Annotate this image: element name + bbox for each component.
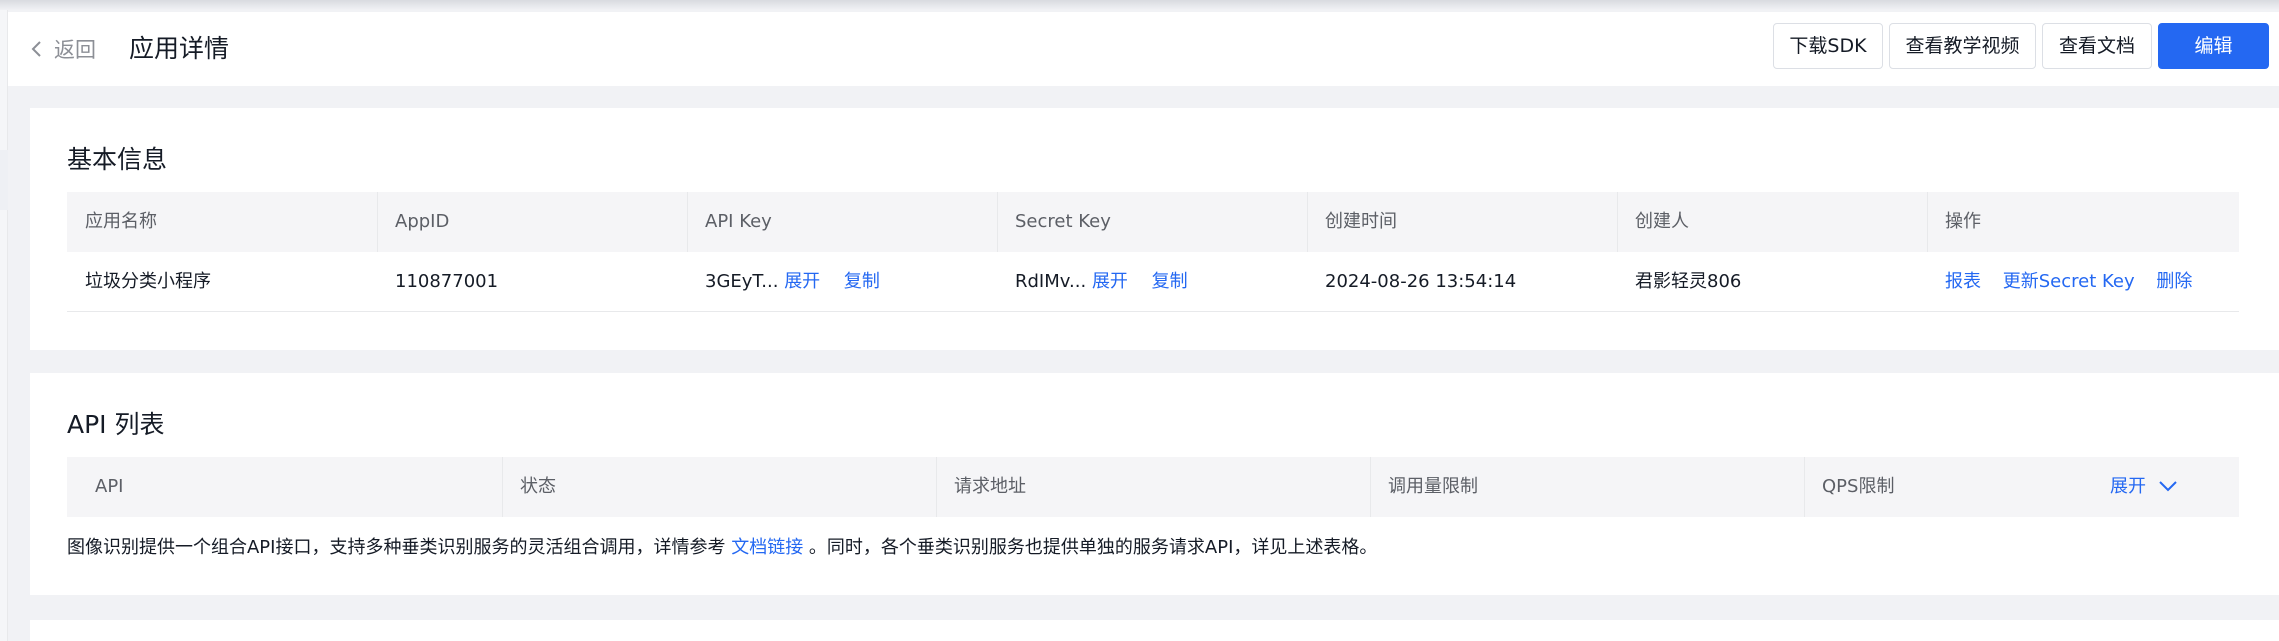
sidebar-active-marker	[0, 150, 8, 210]
column-header: Secret Key	[997, 192, 1307, 252]
secret-key-cell: RdIMv... 展开 复制	[997, 252, 1188, 312]
chevron-down-icon	[2159, 481, 2177, 492]
api-key-cell: 3GEyT... 展开 复制	[687, 252, 880, 312]
api-list-title: API 列表	[67, 410, 165, 439]
basic-info-table: 应用名称 AppID API Key Secret Key 创建时间 创建人 操…	[67, 192, 2239, 313]
column-header: API Key	[687, 192, 997, 252]
note-text: 图像识别提供一个组合API接口，支持多种垂类识别服务的灵活组合调用，详情参考	[67, 537, 732, 558]
basic-info-card: 基本信息 应用名称 AppID API Key Secret Key 创建时间 …	[30, 108, 2279, 350]
expand-label: 展开	[2110, 476, 2146, 497]
secret-key-value: RdIMv...	[1015, 271, 1087, 292]
back-label: 返回	[54, 38, 96, 62]
download-sdk-button[interactable]: 下载SDK	[1773, 23, 1883, 69]
api-list-expand-toggle[interactable]: 展开	[2092, 457, 2232, 517]
column-header: 应用名称	[85, 211, 157, 232]
app-id-cell: 110877001	[395, 271, 499, 292]
table-row: 垃圾分类小程序 110877001 3GEyT... 展开 复制 RdIMv..…	[67, 252, 2239, 312]
chevron-left-icon	[31, 41, 41, 57]
docs-link[interactable]: 文档链接	[731, 537, 803, 558]
note-text-continued: 。同时，各个垂类识别服务也提供单独的服务请求API，详见上述表格。	[803, 537, 1378, 558]
created-at-cell: 2024-08-26 13:54:14	[1325, 271, 1517, 292]
app-name-cell: 垃圾分类小程序	[85, 271, 211, 292]
column-header: 调用量限制	[1370, 457, 1804, 517]
api-list-note: 图像识别提供一个组合API接口，支持多种垂类识别服务的灵活组合调用，详情参考 文…	[67, 533, 1377, 559]
api-key-copy-link[interactable]: 复制	[844, 271, 880, 292]
api-list-table: API 状态 请求地址 调用量限制 QPS限制 展开	[67, 457, 2239, 517]
edit-button[interactable]: 编辑	[2158, 23, 2269, 69]
column-header: 操作	[1927, 192, 2239, 252]
column-header: 状态	[502, 457, 936, 517]
actions-cell: 报表 更新Secret Key 删除	[1927, 252, 2192, 312]
delete-link[interactable]: 删除	[2156, 271, 2192, 292]
update-secret-key-link[interactable]: 更新Secret Key	[2003, 271, 2135, 292]
top-shadow	[0, 0, 2279, 10]
report-link[interactable]: 报表	[1945, 271, 1981, 292]
tutorial-video-button[interactable]: 查看教学视频	[1889, 23, 2036, 69]
secret-key-expand-link[interactable]: 展开	[1092, 271, 1128, 292]
column-header: AppID	[377, 192, 687, 252]
page-title: 应用详情	[129, 34, 230, 63]
column-header: 请求地址	[936, 457, 1370, 517]
secret-key-copy-link[interactable]: 复制	[1152, 271, 1188, 292]
creator-cell: 君影轻灵806	[1635, 271, 1742, 292]
back-link[interactable]: 返回	[30, 32, 96, 66]
api-list-card: API 列表 API 状态 请求地址 调用量限制 QPS限制 展开 图像识别提供…	[30, 373, 2279, 595]
table-header: API 状态 请求地址 调用量限制 QPS限制 展开	[67, 457, 2239, 517]
api-key-expand-link[interactable]: 展开	[784, 271, 820, 292]
view-docs-button[interactable]: 查看文档	[2042, 23, 2152, 69]
left-sidebar-edge	[0, 10, 8, 641]
table-header: 应用名称 AppID API Key Secret Key 创建时间 创建人 操…	[67, 192, 2239, 252]
column-header: 创建人	[1617, 192, 1927, 252]
page-header: 返回 应用详情 下载SDK 查看教学视频 查看文档 编辑	[8, 12, 2279, 86]
column-header: QPS限制	[1804, 457, 2004, 517]
basic-info-title: 基本信息	[67, 145, 168, 174]
column-header: API	[95, 476, 124, 497]
column-header: 创建时间	[1307, 192, 1617, 252]
api-key-value: 3GEyT...	[705, 271, 779, 292]
next-section-card	[30, 620, 2279, 641]
